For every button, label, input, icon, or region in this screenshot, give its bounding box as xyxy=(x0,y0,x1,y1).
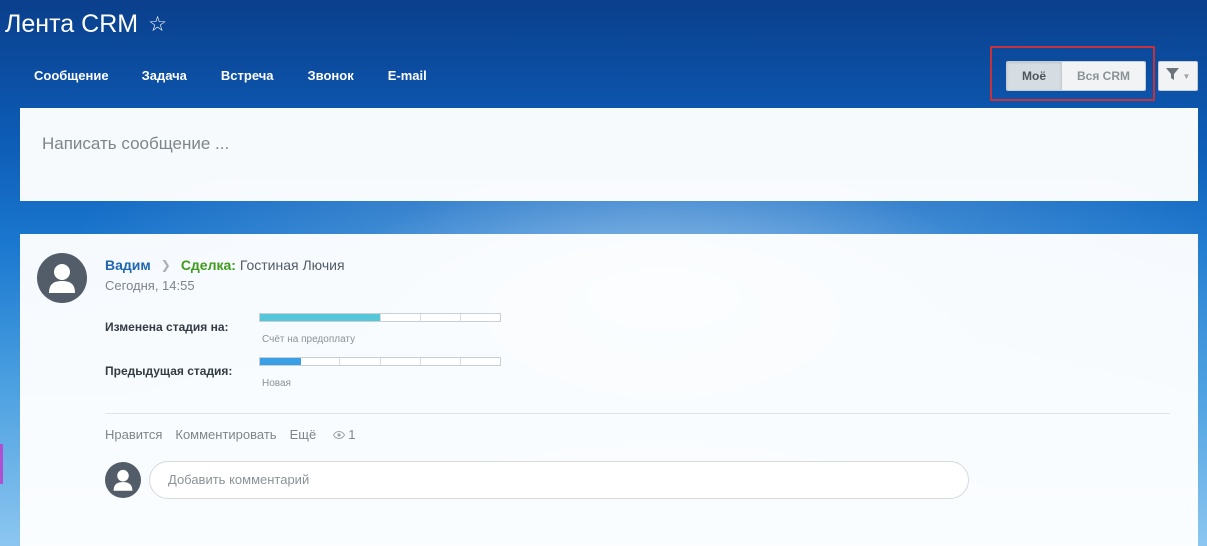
chevron-down-icon: ▼ xyxy=(1182,71,1191,81)
author-link[interactable]: Вадим xyxy=(105,257,151,273)
deal-label: Сделка: xyxy=(180,257,236,273)
deal-link[interactable]: Гостиная Лючия xyxy=(240,257,345,273)
previous-stage-name: Новая xyxy=(262,378,291,389)
user-silhouette-icon xyxy=(113,469,133,491)
changed-stage-label: Изменена стадия на: xyxy=(105,320,229,334)
toolbar-task-button[interactable]: Задача xyxy=(123,66,201,85)
scope-mine-button[interactable]: Моё xyxy=(1007,62,1061,90)
scope-switch: Моё Вся CRM xyxy=(1006,61,1147,91)
message-composer[interactable]: Написать сообщение ... xyxy=(20,108,1198,201)
toolbar-call-button[interactable]: Звонок xyxy=(288,66,368,85)
more-link[interactable]: Ещё xyxy=(290,427,317,442)
filter-button[interactable]: ▼ xyxy=(1158,61,1198,91)
activity-toolbar: Сообщение Задача Встреча Звонок E-mail xyxy=(20,66,441,85)
changed-stage-progress xyxy=(259,313,501,322)
page-title-text: Лента CRM xyxy=(5,10,139,38)
views-counter: 1 xyxy=(333,427,355,442)
author-avatar[interactable] xyxy=(37,253,87,303)
post-header: Вадим ❯ Сделка: Гостиная Лючия xyxy=(105,257,345,273)
star-icon[interactable]: ☆ xyxy=(148,12,167,37)
comment-input[interactable]: Добавить комментарий xyxy=(149,461,969,499)
post-divider xyxy=(105,413,1170,414)
previous-stage-label: Предыдущая стадия: xyxy=(105,364,233,378)
eye-icon xyxy=(333,427,346,442)
toolbar-meeting-button[interactable]: Встреча xyxy=(201,66,288,85)
post-timestamp: Сегодня, 14:55 xyxy=(105,278,195,293)
changed-stage-fill xyxy=(260,314,380,321)
post-actions: Нравится Комментировать Ещё 1 xyxy=(105,427,355,442)
side-accent-marker xyxy=(0,444,3,484)
composer-placeholder[interactable]: Написать сообщение ... xyxy=(42,134,229,154)
current-user-avatar xyxy=(105,462,141,498)
toolbar-message-button[interactable]: Сообщение xyxy=(20,66,123,85)
page-title: Лента CRM ☆ xyxy=(5,10,167,39)
scope-all-crm-button[interactable]: Вся CRM xyxy=(1061,62,1146,90)
previous-stage-fill xyxy=(260,358,301,365)
feed-post: Вадим ❯ Сделка: Гостиная Лючия Сегодня, … xyxy=(20,234,1198,546)
filter-icon xyxy=(1165,67,1179,85)
views-count: 1 xyxy=(348,427,356,442)
chevron-right-icon: ❯ xyxy=(160,258,171,272)
comment-link[interactable]: Комментировать xyxy=(175,427,276,442)
toolbar-email-button[interactable]: E-mail xyxy=(368,66,441,85)
previous-stage-progress xyxy=(259,357,501,366)
changed-stage-name: Счёт на предоплату xyxy=(262,334,356,345)
like-link[interactable]: Нравится xyxy=(105,427,162,442)
user-silhouette-icon xyxy=(49,264,75,293)
